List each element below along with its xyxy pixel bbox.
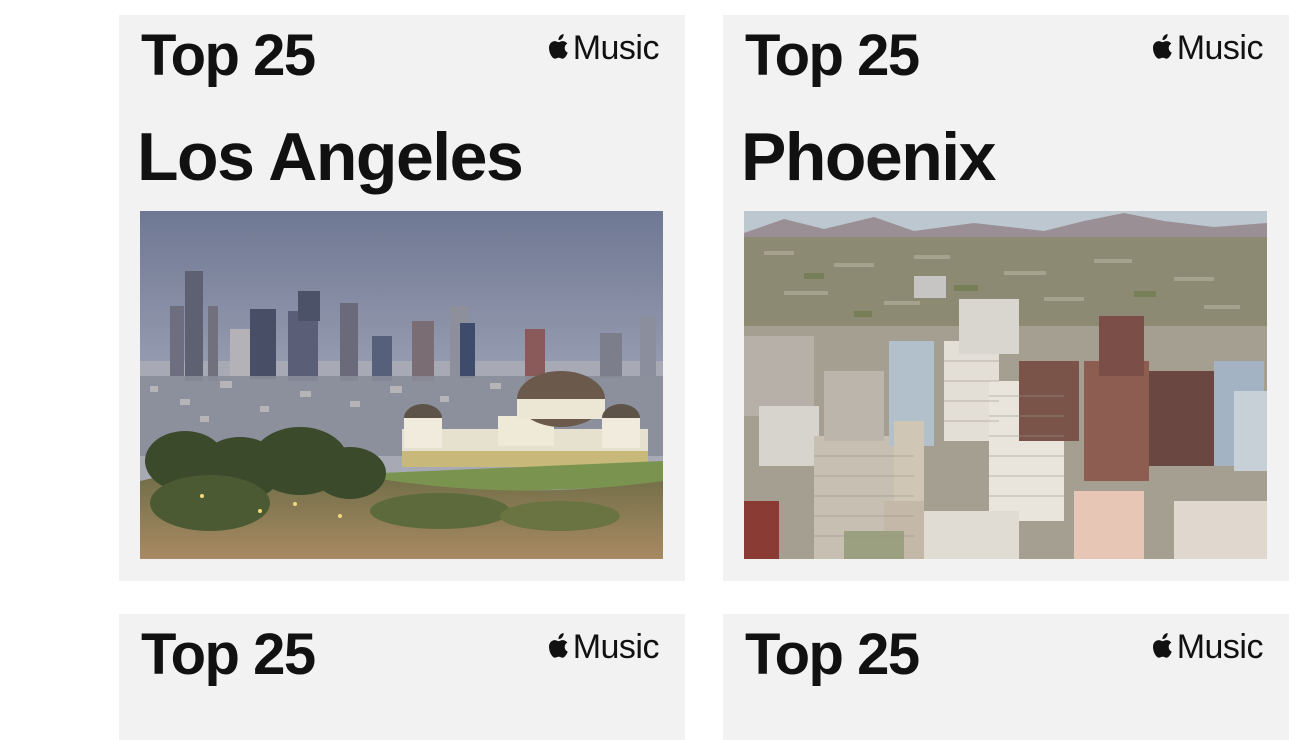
apple-icon [1152, 34, 1172, 59]
apple-music-logo: Music [547, 29, 660, 67]
playlist-card-4[interactable]: Top 25 Music [723, 614, 1289, 740]
brand-label: Music [1176, 29, 1264, 67]
apple-icon [1152, 633, 1172, 658]
city-photo-phoenix [744, 211, 1267, 559]
brand-label: Music [572, 628, 660, 666]
card-heading: Top 25 [745, 23, 920, 88]
apple-music-logo: Music [1151, 628, 1264, 666]
card-heading: Top 25 [141, 23, 316, 88]
card-heading: Top 25 [745, 622, 920, 687]
playlist-card-los-angeles[interactable]: Top 25 Music Los Angeles [119, 15, 685, 581]
city-title: Los Angeles [137, 119, 524, 195]
apple-music-logo: Music [1151, 29, 1264, 67]
brand-label: Music [1176, 628, 1264, 666]
city-title: Phoenix [741, 119, 997, 195]
playlist-grid: Top 25 Music Los Angeles Top 25 Music Ph… [0, 0, 1316, 740]
city-photo-los-angeles [140, 211, 663, 559]
brand-label: Music [572, 29, 660, 67]
playlist-card-3[interactable]: Top 25 Music [119, 614, 685, 740]
card-heading: Top 25 [141, 622, 316, 687]
apple-icon [548, 633, 568, 658]
apple-icon [548, 34, 568, 59]
apple-music-logo: Music [547, 628, 660, 666]
playlist-card-phoenix[interactable]: Top 25 Music Phoenix [723, 15, 1289, 581]
